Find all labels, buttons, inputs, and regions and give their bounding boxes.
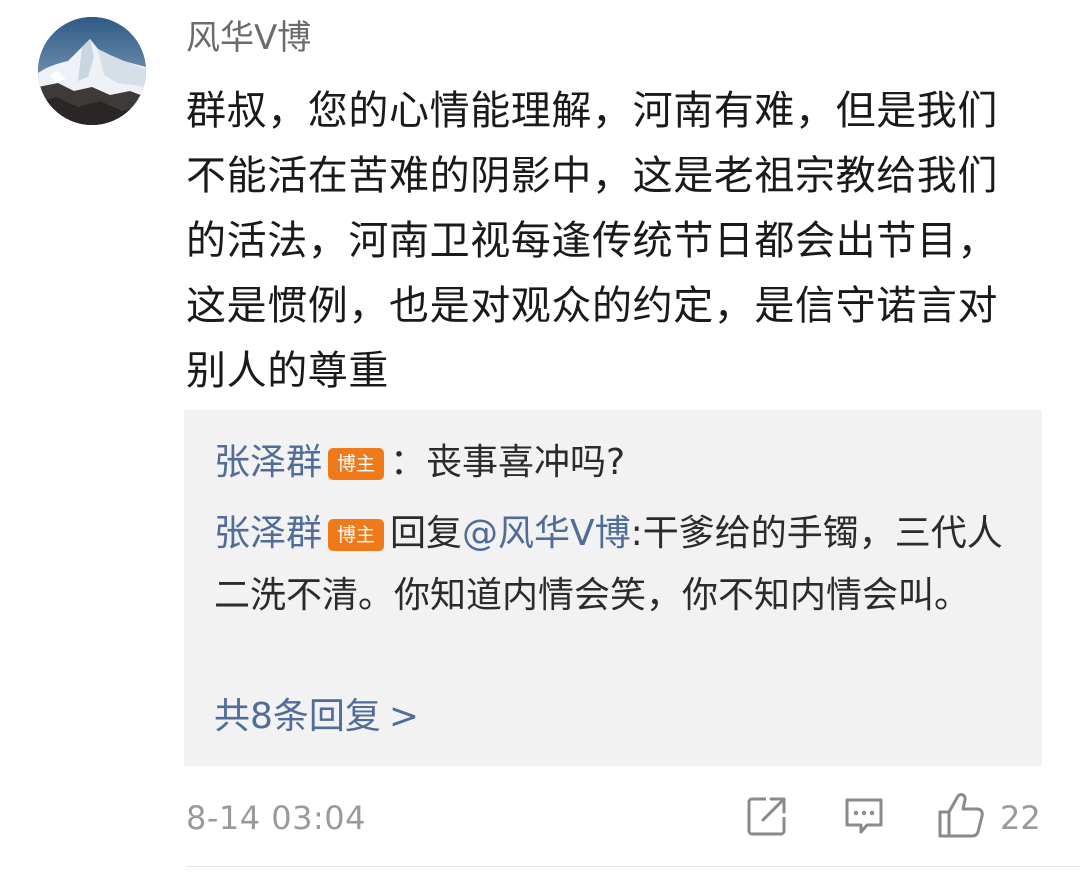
blogger-badge: 博主 <box>328 519 385 551</box>
divider <box>186 866 1080 867</box>
blogger-badge: 博主 <box>328 448 385 480</box>
comment-button[interactable] <box>843 795 885 837</box>
reply-item: 张泽群 博主 ：丧事喜冲吗? <box>214 432 1014 494</box>
reply-preview-box[interactable]: 张泽群 博主 ：丧事喜冲吗? 张泽群 博主 回复@风华V博:干爹给的手镯，三代人二洗不清… <box>184 410 1042 766</box>
reply-item: 张泽群 博主 回复@风华V博:干爹给的手镯，三代人二洗不清。你知道内情会笑，你不知内… <box>214 503 1014 627</box>
reply-mention[interactable]: @风华V博 <box>462 513 631 554</box>
like-button[interactable] <box>936 790 986 840</box>
like-count: 22 <box>1000 799 1041 837</box>
mountain-avatar-icon <box>38 17 146 125</box>
share-icon <box>747 797 786 836</box>
comment-text: 群叔，您的心情能理解，河南有难，但是我们不能活在苦难的阴影中，这是老祖宗教给我们… <box>186 88 998 394</box>
share-button[interactable] <box>746 795 788 837</box>
comment-timestamp: 8-14 03:04 <box>186 799 367 837</box>
comment-icon <box>845 798 883 834</box>
reply-text: 丧事喜冲吗? <box>426 442 626 483</box>
weibo-comment-card: 风华V博 群叔，您的心情能理解，河南有难，但是我们不能活在苦难的阴影中，这是老祖… <box>0 0 1080 887</box>
author-name[interactable]: 风华V博 <box>186 14 311 62</box>
reply-username[interactable]: 张泽群 <box>214 442 322 483</box>
thumbs-up-icon <box>938 793 984 838</box>
author-avatar[interactable] <box>38 17 146 125</box>
reply-separator: ： <box>390 442 427 483</box>
reply-prefix: 回复 <box>390 513 463 554</box>
reply-username[interactable]: 张泽群 <box>214 513 322 554</box>
more-replies-label: 共8条回复 <box>214 696 381 737</box>
chevron-right-icon: > <box>388 696 420 737</box>
view-all-replies-link[interactable]: 共8条回复 > <box>214 692 419 742</box>
